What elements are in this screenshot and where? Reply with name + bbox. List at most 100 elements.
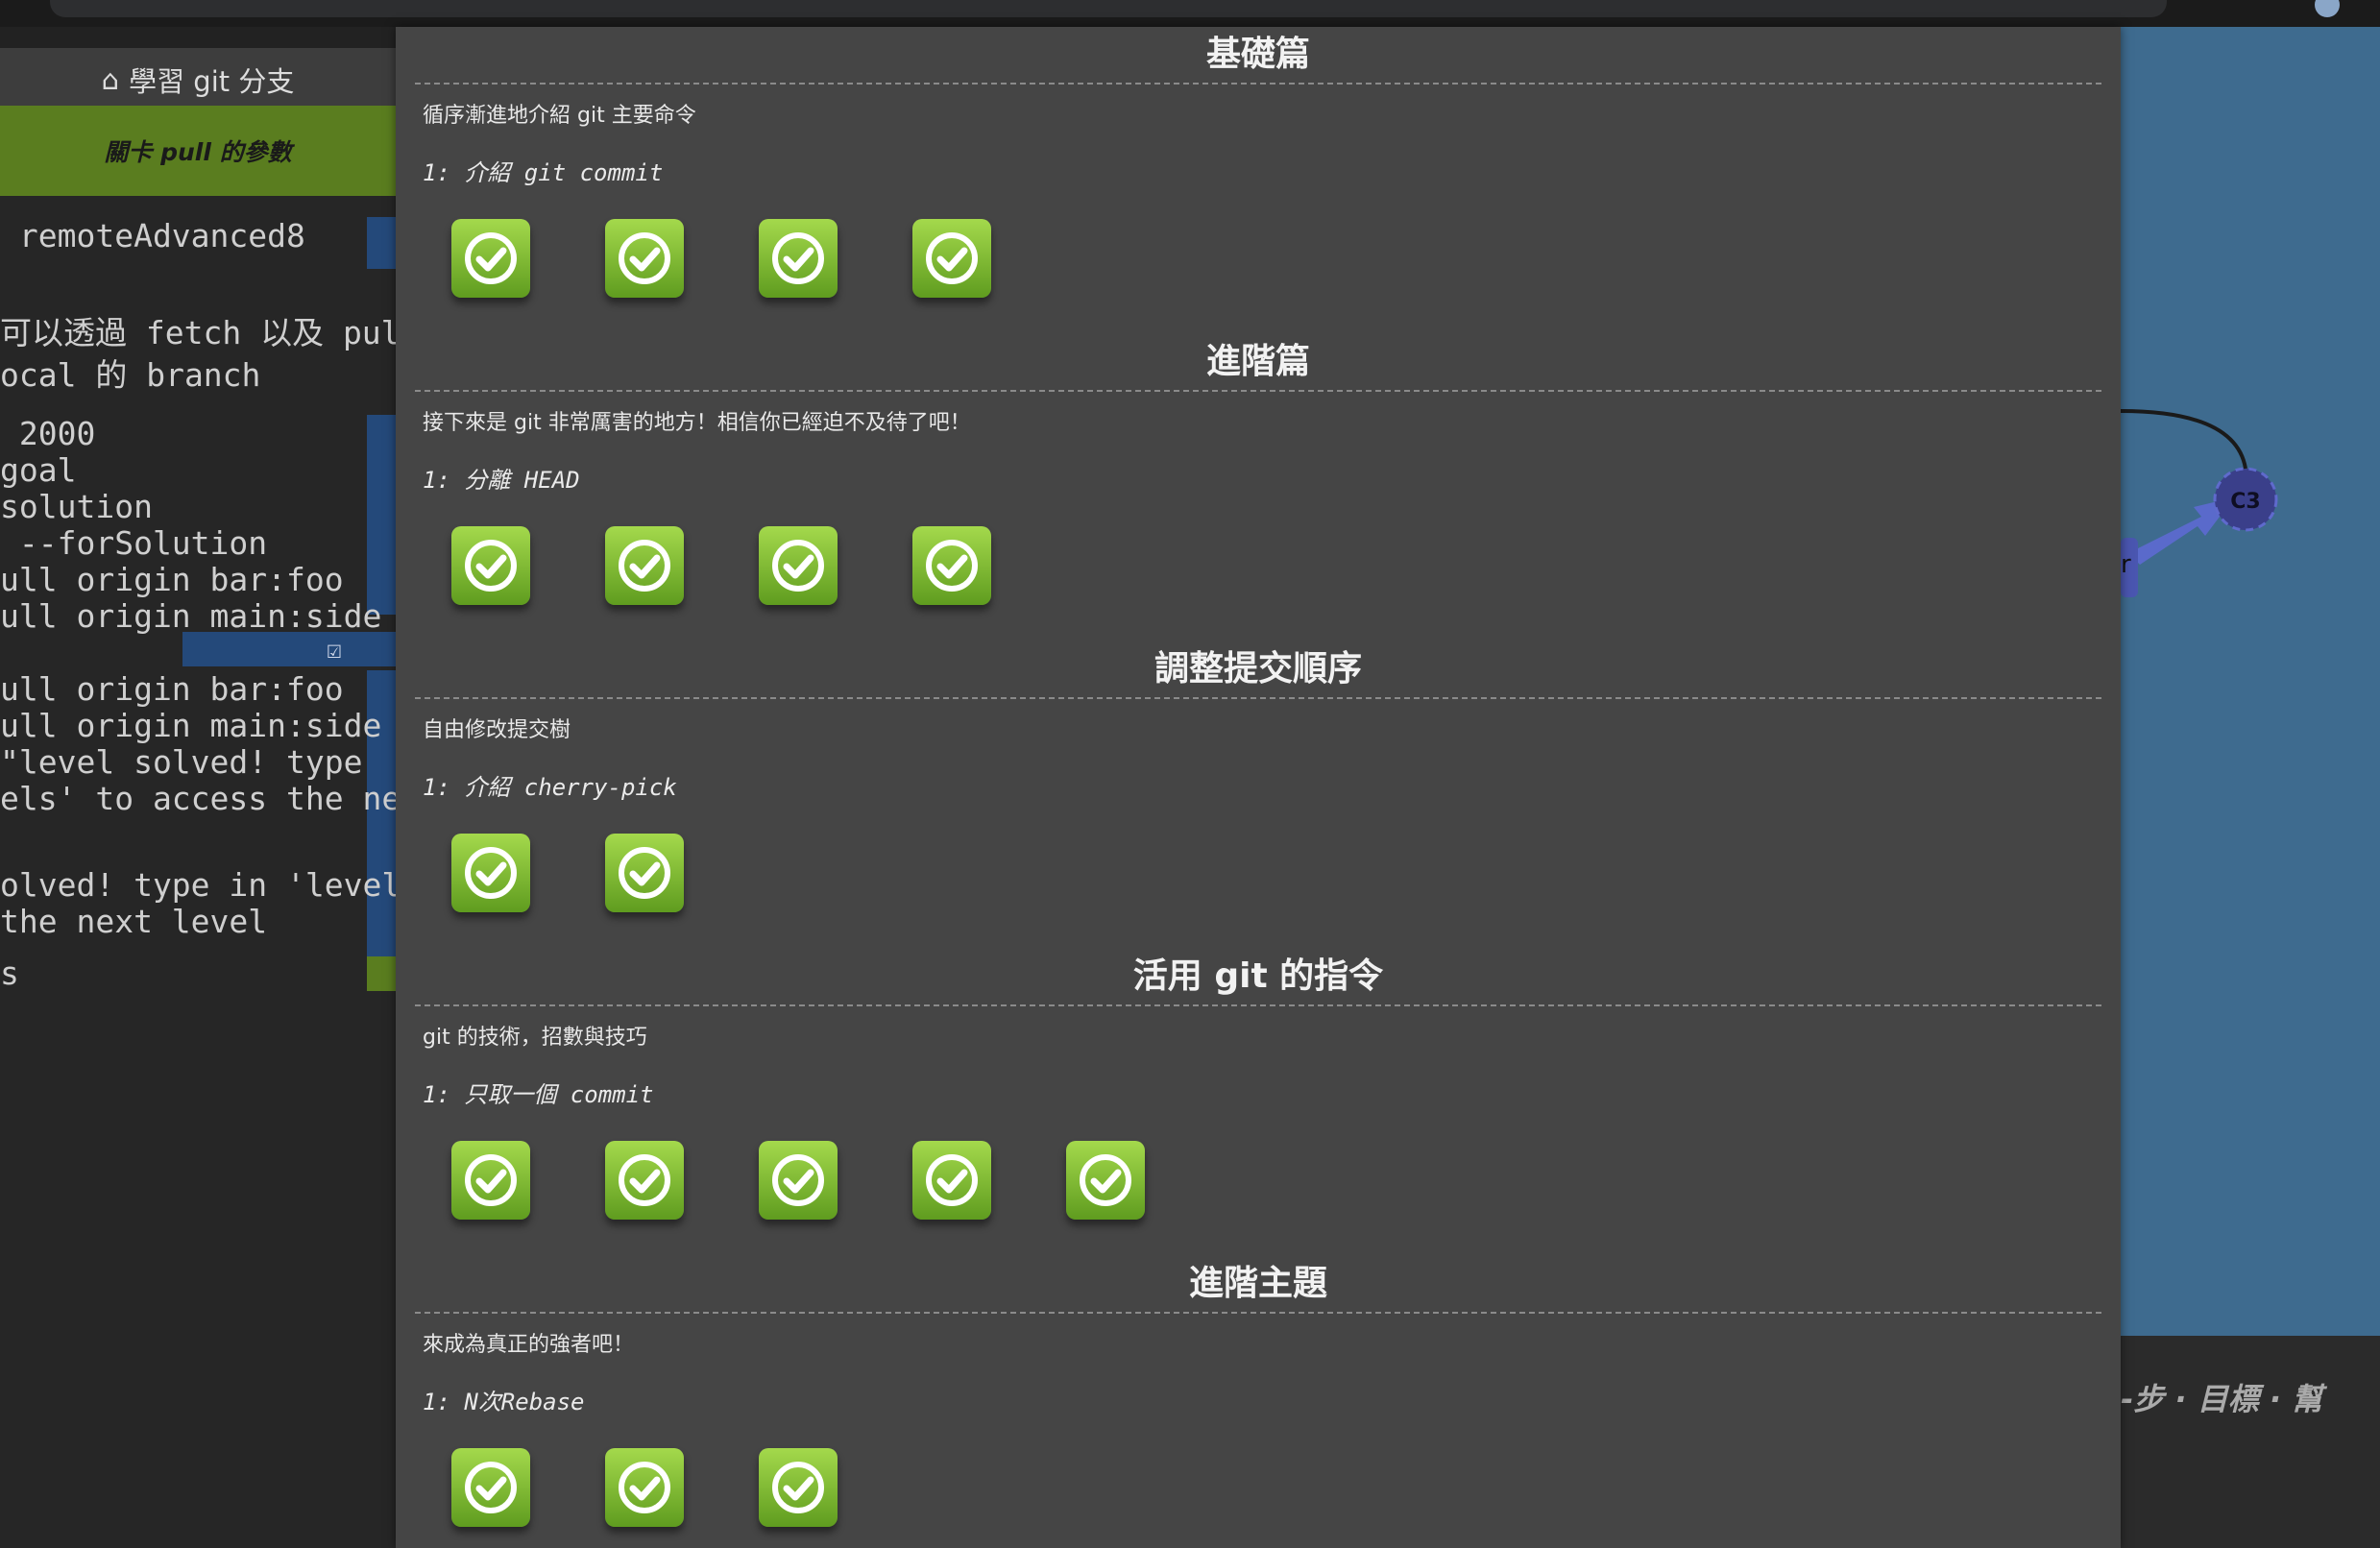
terminal-line: "level solved! type bbox=[0, 743, 363, 781]
level-selection-modal: 基礎篇 循序漸進地介紹 git 主要命令 1: 介紹 git commit 進階… bbox=[396, 27, 2121, 1548]
terminal-marker bbox=[367, 217, 396, 269]
section-basics: 基礎篇 循序漸進地介紹 git 主要命令 1: 介紹 git commit bbox=[415, 27, 2101, 300]
checkmark-icon bbox=[926, 1154, 978, 1206]
section-description: 自由修改提交樹 bbox=[423, 718, 571, 742]
terminal-selected-command[interactable] bbox=[182, 632, 396, 666]
terminal-line: --forSolution bbox=[0, 524, 268, 562]
home-tab[interactable]: ⌂ 學習 git 分支 bbox=[0, 48, 396, 111]
terminal-line: 可以透過 fetch 以及 pull bbox=[0, 314, 396, 351]
address-bar[interactable] bbox=[50, 0, 2167, 17]
level-button[interactable] bbox=[605, 526, 684, 605]
section-title: 調整提交順序 bbox=[415, 641, 2101, 699]
terminal-marker bbox=[367, 956, 396, 991]
terminal-line: 2000 bbox=[0, 415, 96, 452]
checkmark-icon bbox=[1080, 1154, 1131, 1206]
level-name: 1: N次Rebase bbox=[423, 1389, 585, 1415]
level-icons bbox=[415, 526, 2101, 607]
terminal-line: ull origin bar:foo bbox=[0, 561, 344, 598]
checkmark-icon bbox=[619, 232, 670, 284]
checkbox-icon: ☑ bbox=[327, 636, 342, 665]
section-title: 基礎篇 bbox=[415, 27, 2101, 85]
branch-label: r bbox=[2121, 550, 2131, 579]
level-button[interactable] bbox=[605, 1141, 684, 1220]
section-mixed: 活用 git 的指令 git 的技術，招數與技巧 1: 只取一個 commit bbox=[415, 949, 2101, 1221]
browser-toolbar bbox=[0, 0, 2380, 27]
level-icons bbox=[415, 219, 2101, 300]
visualization-panel: r C3 -步 · 目標 · 幫 bbox=[2121, 27, 2380, 1548]
section-description: git 的技術，招數與技巧 bbox=[423, 1026, 647, 1050]
checkmark-icon bbox=[619, 540, 670, 592]
level-icons bbox=[415, 1141, 2101, 1221]
checkmark-icon bbox=[772, 1154, 824, 1206]
level-icons bbox=[415, 834, 2101, 914]
section-title: 進階主題 bbox=[415, 1256, 2101, 1314]
terminal-line: ull origin main:side bbox=[0, 707, 382, 744]
commit-edge bbox=[2121, 409, 2247, 470]
checkmark-icon bbox=[465, 1462, 517, 1513]
section-description: 接下來是 git 非常厲害的地方！相信你已經迫不及待了吧！ bbox=[423, 411, 971, 435]
terminal-line: the next level bbox=[0, 903, 268, 940]
checkmark-icon bbox=[619, 1462, 670, 1513]
terminal-line: goal bbox=[0, 451, 77, 489]
checkmark-icon bbox=[465, 232, 517, 284]
terminal-line: olved! type in 'levels bbox=[0, 866, 396, 904]
command-toolbar bbox=[2121, 1336, 2380, 1548]
checkmark-icon bbox=[619, 847, 670, 899]
terminal-line: ocal 的 branch bbox=[0, 356, 261, 394]
home-tab-label: 學習 git 分支 bbox=[129, 65, 295, 98]
level-button[interactable] bbox=[759, 1448, 838, 1527]
terminal-panel: ⌂ 學習 git 分支 關卡 pull 的參數 ☑ remoteAdvanced… bbox=[0, 27, 396, 1548]
section-description: 循序漸進地介紹 git 主要命令 bbox=[423, 104, 696, 128]
level-button[interactable] bbox=[605, 834, 684, 912]
nav-links[interactable]: -步 · 目標 · 幫 bbox=[2121, 1375, 2322, 1419]
home-icon: ⌂ bbox=[101, 63, 120, 96]
level-button[interactable] bbox=[451, 834, 530, 912]
level-button[interactable] bbox=[451, 526, 530, 605]
level-tab-label: 關卡 pull 的參數 bbox=[104, 138, 292, 166]
level-button[interactable] bbox=[912, 526, 991, 605]
terminal-line: s bbox=[0, 955, 19, 992]
level-button[interactable] bbox=[605, 219, 684, 298]
level-button[interactable] bbox=[912, 219, 991, 298]
commit-label: C3 bbox=[2230, 490, 2260, 514]
level-name: 1: 只取一個 commit bbox=[423, 1081, 654, 1108]
level-name: 1: 分離 HEAD bbox=[423, 467, 580, 494]
section-title: 進階篇 bbox=[415, 334, 2101, 392]
level-button[interactable] bbox=[605, 1448, 684, 1527]
terminal-line: ull origin bar:foo bbox=[0, 670, 344, 708]
level-icons bbox=[415, 1448, 2101, 1529]
checkmark-icon bbox=[465, 847, 517, 899]
level-name: 1: 介紹 cherry-pick bbox=[423, 774, 677, 801]
terminal-line: remoteAdvanced8 bbox=[0, 217, 305, 254]
checkmark-icon bbox=[926, 540, 978, 592]
terminal-line: solution bbox=[0, 488, 153, 525]
level-button[interactable] bbox=[759, 219, 838, 298]
level-button[interactable] bbox=[451, 1141, 530, 1220]
commit-graph: r C3 bbox=[2121, 409, 2278, 597]
level-name: 1: 介紹 git commit bbox=[423, 159, 664, 186]
checkmark-icon bbox=[772, 232, 824, 284]
checkmark-icon bbox=[465, 1154, 517, 1206]
checkmark-icon bbox=[465, 540, 517, 592]
level-button[interactable] bbox=[912, 1141, 991, 1220]
level-button[interactable] bbox=[759, 1141, 838, 1220]
terminal-marker bbox=[367, 415, 396, 615]
section-moving-work: 調整提交順序 自由修改提交樹 1: 介紹 cherry-pick bbox=[415, 641, 2101, 914]
terminal-output: ☑ remoteAdvanced8 可以透過 fetch 以及 pull oca… bbox=[0, 196, 396, 1548]
checkmark-icon bbox=[619, 1154, 670, 1206]
section-title: 活用 git 的指令 bbox=[415, 949, 2101, 1006]
level-button[interactable] bbox=[1066, 1141, 1145, 1220]
section-advanced: 進階篇 接下來是 git 非常厲害的地方！相信你已經迫不及待了吧！ 1: 分離 … bbox=[415, 334, 2101, 607]
checkmark-icon bbox=[926, 232, 978, 284]
level-button[interactable] bbox=[759, 526, 838, 605]
section-advanced-topics: 進階主題 來成為真正的強者吧！ 1: N次Rebase bbox=[415, 1256, 2101, 1529]
terminal-line: ull origin main:side bbox=[0, 597, 382, 635]
level-button[interactable] bbox=[451, 1448, 530, 1527]
section-description: 來成為真正的強者吧！ bbox=[423, 1333, 635, 1357]
level-button[interactable] bbox=[451, 219, 530, 298]
checkmark-icon bbox=[772, 540, 824, 592]
level-tab[interactable]: 關卡 pull 的參數 bbox=[0, 106, 396, 196]
terminal-line: els' to access the nex bbox=[0, 780, 396, 817]
checkmark-icon bbox=[772, 1462, 824, 1513]
profile-avatar[interactable] bbox=[2315, 0, 2340, 17]
